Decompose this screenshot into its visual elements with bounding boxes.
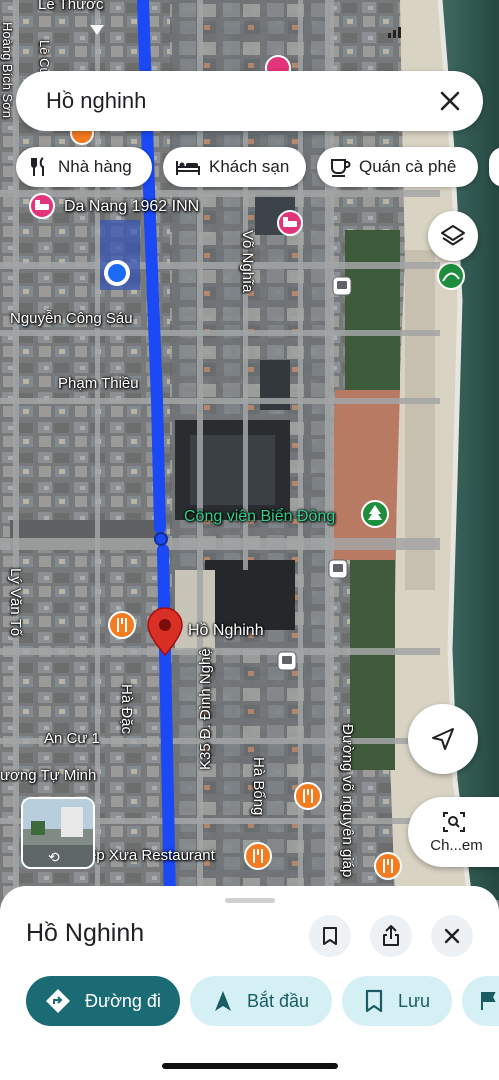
map-label-street: An Cư 1 xyxy=(44,730,100,747)
navigation-start-icon xyxy=(214,991,231,1011)
share-button[interactable] xyxy=(370,915,412,957)
map-label-hotel[interactable]: Da Nang 1962 INN xyxy=(64,198,199,216)
close-icon[interactable] xyxy=(435,86,465,116)
bookmark-icon xyxy=(365,989,383,1013)
start-button[interactable]: Bắt đầu xyxy=(190,976,332,1026)
map-label-park[interactable]: Công viên Biển Đông xyxy=(184,508,335,526)
map-label-destination[interactable]: Hồ Nghinh xyxy=(188,622,264,640)
restaurant-marker-icon[interactable] xyxy=(294,782,322,810)
map-label-street: Hoàng Bích Sơn xyxy=(0,22,15,118)
layers-button[interactable] xyxy=(428,211,478,261)
beach-marker-icon[interactable] xyxy=(437,262,465,290)
chip-label: Khách sạn xyxy=(209,157,290,176)
camera-search-icon xyxy=(442,811,465,832)
map-label-street: Lý Văn Tố xyxy=(7,568,24,637)
place-title: Hồ Nghinh xyxy=(26,919,145,947)
park-marker-icon[interactable] xyxy=(361,500,389,528)
chip-restaurants[interactable]: Nhà hàng xyxy=(16,147,152,187)
label-button[interactable] xyxy=(462,976,499,1026)
map-label-street: Võ Nghĩa xyxy=(239,230,256,293)
map-label-street: Lê Thước xyxy=(38,0,104,13)
chip-label: Nhà hàng xyxy=(58,157,132,176)
map-label-street: Phạm Thiều xyxy=(58,375,139,392)
save-label: Lưu xyxy=(397,990,431,1011)
bus-stop-icon[interactable] xyxy=(332,276,352,296)
map-label-restaurant[interactable]: ếp Xưa Restaurant xyxy=(88,847,215,864)
restaurant-marker-icon[interactable] xyxy=(374,852,402,880)
close-sheet-button[interactable] xyxy=(431,915,473,957)
navigation-arrow-icon xyxy=(432,728,454,750)
close-icon xyxy=(444,928,460,944)
map-label-street: Hà Đặc xyxy=(118,684,135,735)
map-label-street: Hà Bổng xyxy=(250,757,267,816)
sheet-drag-handle[interactable] xyxy=(225,898,275,903)
map-label-street: Đường võ nguyên giáp xyxy=(339,724,356,878)
map-label-street: ương Tự Minh xyxy=(0,767,97,784)
layers-icon xyxy=(441,225,465,246)
map-label-street: K35 Đ. Đình Nghệ xyxy=(197,648,214,770)
explore-button[interactable]: Ch...em xyxy=(408,797,499,867)
restaurant-marker-icon[interactable] xyxy=(244,842,272,870)
explore-label: Ch...em xyxy=(430,836,483,854)
fork-knife-icon xyxy=(31,157,44,176)
directions-icon xyxy=(46,989,71,1013)
my-location-button[interactable] xyxy=(408,704,478,774)
directions-button[interactable]: Đường đi xyxy=(26,976,180,1026)
chip-hotels[interactable]: Khách sạn xyxy=(163,147,306,187)
bed-icon xyxy=(176,161,200,175)
bus-stop-icon[interactable] xyxy=(328,559,348,579)
bus-stop-icon[interactable] xyxy=(277,651,297,671)
place-bottom-sheet[interactable]: Hồ Nghinh Đường đi Bắt đầu Lưu xyxy=(0,886,499,1080)
flag-icon xyxy=(481,992,496,1010)
start-label: Bắt đầu xyxy=(246,990,310,1011)
restaurant-marker-icon[interactable] xyxy=(108,611,136,639)
chip-cafes[interactable]: Quán cà phê xyxy=(317,147,478,187)
chip-label: Quán cà phê xyxy=(359,157,457,176)
map-label-street: Nguyễn Công Sáu xyxy=(10,310,133,327)
directions-label: Đường đi xyxy=(85,990,161,1011)
search-input[interactable]: Hồ nghinh xyxy=(46,88,146,114)
bookmark-button[interactable] xyxy=(309,915,351,957)
save-button[interactable]: Lưu xyxy=(342,976,452,1026)
hotel-marker-icon[interactable] xyxy=(277,210,303,236)
rotate-360-icon: ⟲ xyxy=(48,849,60,865)
home-indicator[interactable] xyxy=(162,1063,338,1069)
hotel-marker-icon[interactable] xyxy=(29,193,55,219)
bookmark-icon xyxy=(323,927,337,945)
street-view-thumbnail[interactable]: ⟲ xyxy=(21,797,95,869)
coffee-cup-icon xyxy=(331,159,351,177)
search-bar[interactable]: Hồ nghinh xyxy=(16,71,483,131)
share-icon xyxy=(383,925,399,946)
